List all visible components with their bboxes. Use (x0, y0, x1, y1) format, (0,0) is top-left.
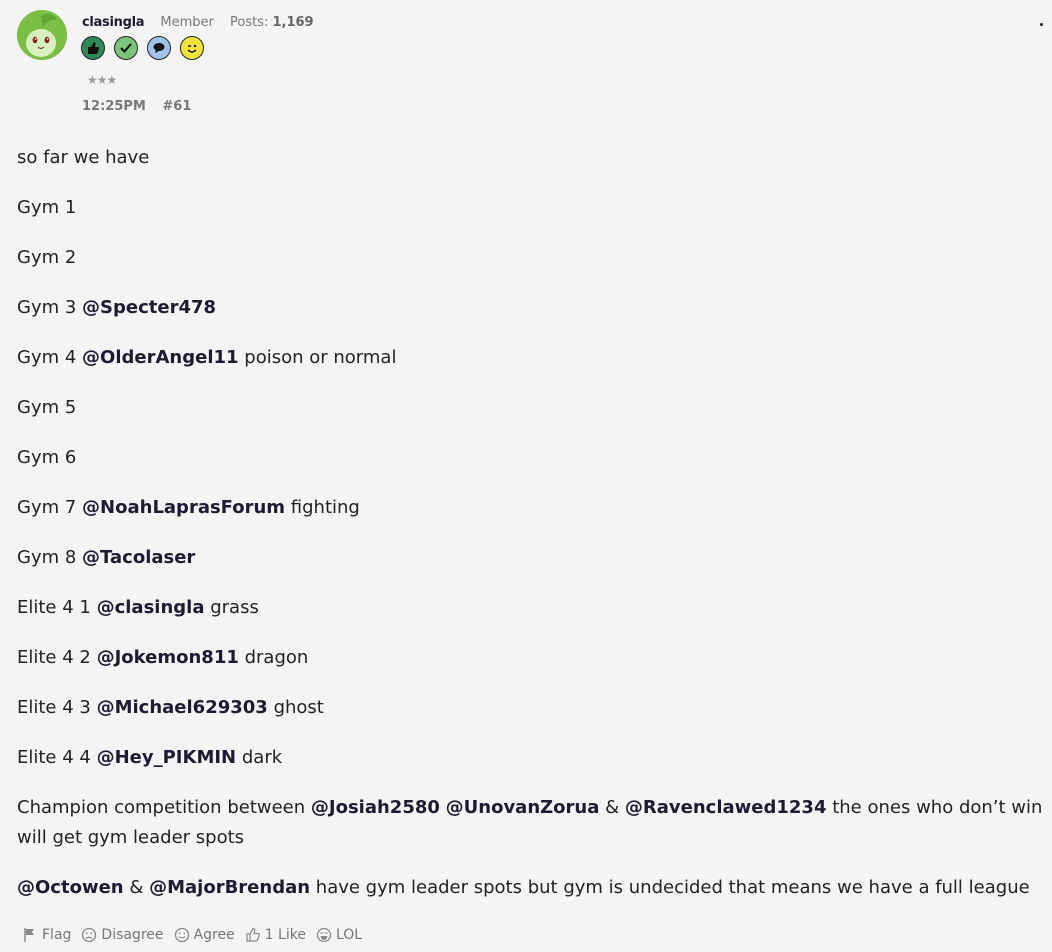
speech-bubble-icon[interactable] (147, 36, 171, 60)
posts-label: Posts: (229, 15, 269, 30)
line-suffix: dragon (244, 647, 309, 668)
body-line: Gym 8 @Tacolaser (17, 543, 1047, 573)
user-mention[interactable]: @Ravenclawed1234 (625, 797, 827, 818)
lol-label: LOL (335, 927, 363, 943)
body-line: Gym 4 @OlderAngel11 poison or normal (17, 343, 1047, 373)
thumbs-up-icon[interactable] (81, 36, 105, 60)
body-line: Gym 5 (17, 397, 77, 418)
user-mention[interactable]: @Jokemon811 (97, 647, 239, 668)
line-prefix: Gym 3 (17, 297, 77, 318)
agree-label: Agree (193, 927, 235, 943)
like-button[interactable]: 1 Like (245, 927, 306, 943)
posts-count: 1,169 (272, 15, 314, 30)
frown-face-icon (82, 927, 97, 943)
body-line: Elite 4 2 @Jokemon811 dragon (17, 643, 1047, 673)
post-time[interactable]: 12:25PM (82, 99, 146, 114)
flag-label: Flag (42, 927, 72, 943)
line-suffix: dark (241, 747, 283, 768)
user-mention[interactable]: @MajorBrendan (149, 877, 310, 898)
lol-button[interactable]: LOL (316, 927, 362, 943)
user-avatar[interactable] (17, 10, 67, 60)
like-label: 1 Like (264, 927, 306, 943)
post-number[interactable]: #61 (162, 99, 191, 114)
laughing-face-icon (316, 927, 332, 943)
user-mention[interactable]: @NoahLaprasForum (82, 497, 285, 518)
line-suffix: ghost (273, 697, 324, 718)
user-meta: clasingla Member Posts: 1,169 (82, 15, 314, 30)
body-line: Gym 3 @Specter478 (17, 293, 1047, 323)
user-mention[interactable]: @Specter478 (82, 297, 216, 318)
line-suffix: have gym leader spots but gym is undecid… (315, 877, 1030, 898)
line-suffix: grass (210, 597, 259, 618)
line-suffix: poison or normal (244, 347, 397, 368)
user-rank-stars: ★★★ (87, 73, 117, 87)
checkmark-icon[interactable] (114, 36, 138, 60)
body-line: Gym 6 (17, 447, 77, 468)
line-prefix: Elite 4 3 (17, 697, 91, 718)
reaction-bar: Flag Disagree Agree 1 Like LOL (22, 927, 362, 943)
user-mention[interactable]: @Tacolaser (82, 547, 195, 568)
user-badges (81, 36, 204, 60)
line-prefix: Elite 4 2 (17, 647, 91, 668)
user-mention[interactable]: @UnovanZorua (446, 797, 600, 818)
body-line: Gym 7 @NoahLaprasForum fighting (17, 493, 1047, 523)
body-line: Elite 4 3 @Michael629303 ghost (17, 693, 1047, 723)
ampersand: & (605, 797, 620, 818)
body-line: Champion competition between @Josiah2580… (17, 793, 1047, 853)
flag-button[interactable]: Flag (22, 927, 71, 943)
agree-button[interactable]: Agree (174, 927, 235, 943)
line-prefix: Gym 8 (17, 547, 77, 568)
disagree-label: Disagree (101, 927, 164, 943)
user-mention[interactable]: @OlderAngel11 (82, 347, 239, 368)
body-line: Gym 1 (17, 197, 77, 218)
line-prefix: Gym 7 (17, 497, 77, 518)
disagree-button[interactable]: Disagree (81, 927, 164, 943)
user-mention[interactable]: @Hey_PIKMIN (97, 747, 237, 768)
user-mention[interactable]: @Octowen (17, 877, 124, 898)
post-body: so far we have Gym 1 Gym 2 Gym 3 @Specte… (17, 143, 1047, 923)
body-line: Elite 4 1 @clasingla grass (17, 593, 1047, 623)
flag-icon (24, 928, 34, 942)
post-header: clasingla Member Posts: 1,169 ★★★ 12:25P… (17, 10, 1047, 120)
more-options-icon[interactable] (1040, 23, 1043, 26)
line-prefix: Elite 4 1 (17, 597, 91, 618)
body-line: Gym 2 (17, 247, 77, 268)
post-timestamp-row: 12:25PM #61 (82, 99, 191, 114)
username-link[interactable]: clasingla (82, 15, 145, 30)
wink-face-icon[interactable] (180, 36, 204, 60)
user-mention[interactable]: @clasingla (97, 597, 205, 618)
user-mention[interactable]: @Josiah2580 (311, 797, 440, 818)
line-prefix: Gym 4 (17, 347, 77, 368)
user-mention[interactable]: @Michael629303 (97, 697, 268, 718)
line-suffix: fighting (290, 497, 360, 518)
body-line: so far we have (17, 147, 150, 168)
user-role: Member (160, 15, 214, 30)
body-line: Elite 4 4 @Hey_PIKMIN dark (17, 743, 1047, 773)
thumbs-up-icon (246, 927, 260, 942)
body-line: @Octowen & @MajorBrendan have gym leader… (17, 873, 1047, 903)
line-prefix: Champion competition between (17, 797, 306, 818)
ampersand: & (129, 877, 144, 898)
smile-face-icon (174, 927, 189, 943)
line-prefix: Elite 4 4 (17, 747, 91, 768)
